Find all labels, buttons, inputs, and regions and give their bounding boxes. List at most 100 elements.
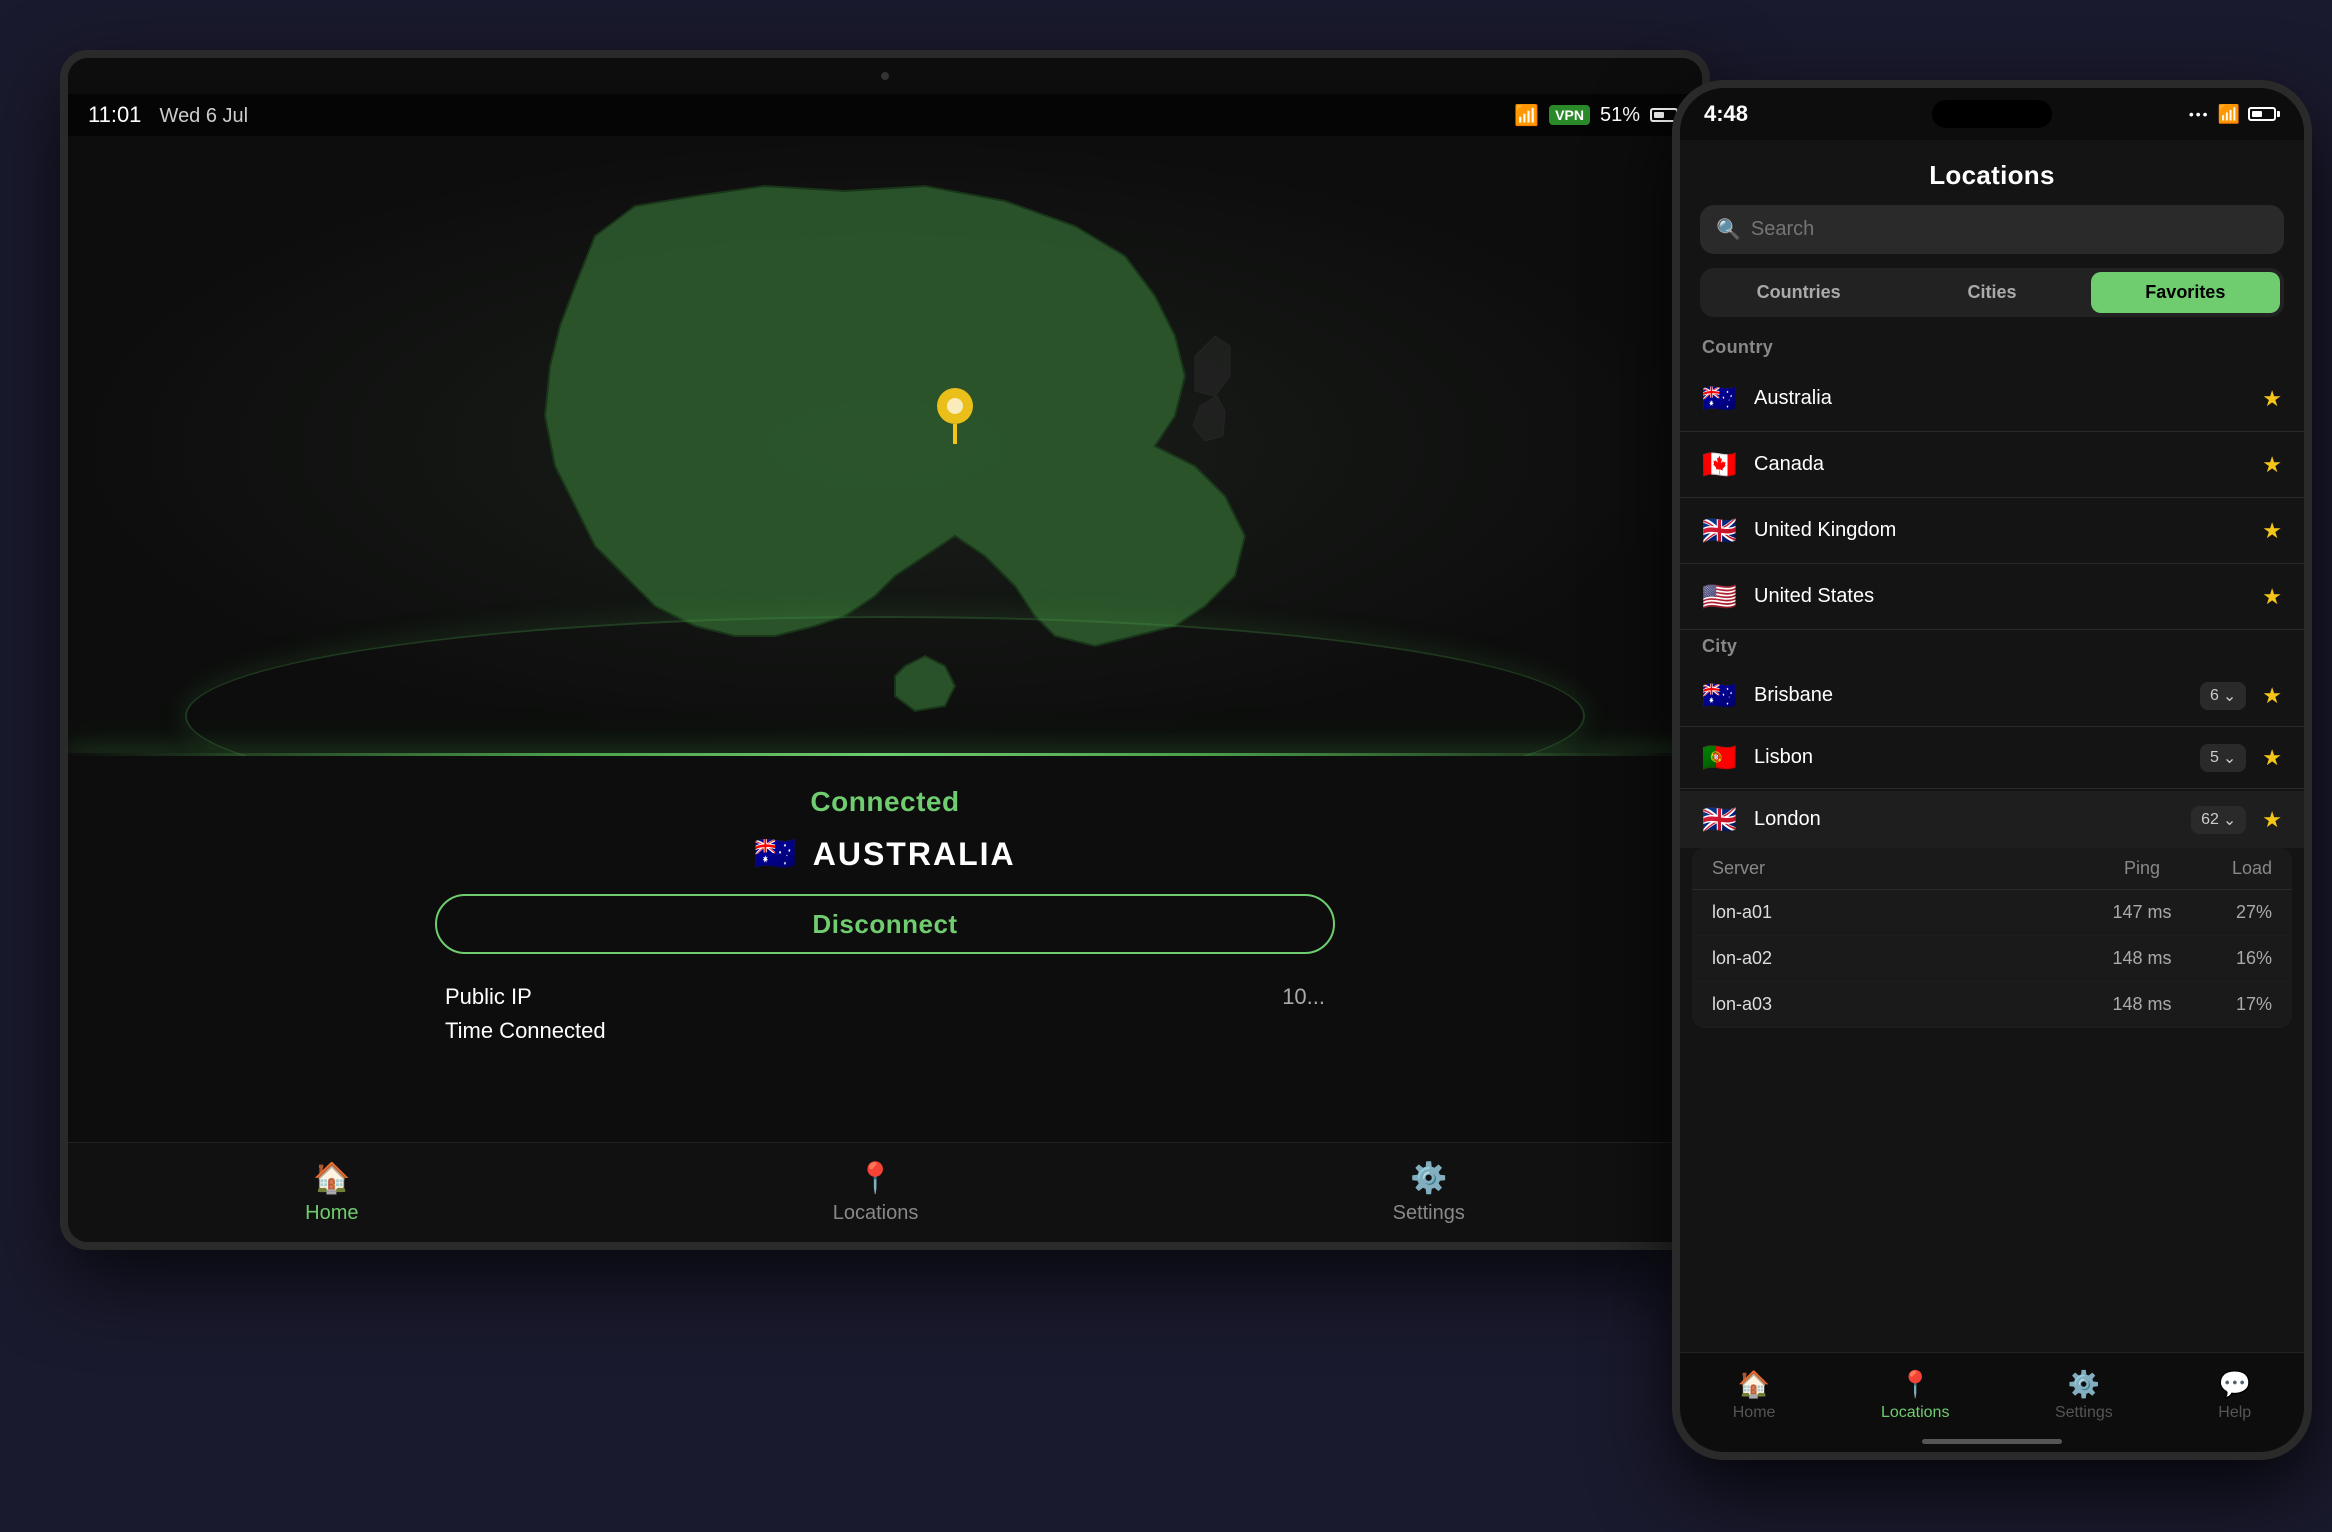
australia-name: Australia [1754,387,2254,410]
server-col-header-load: Load [2192,858,2272,879]
list-item-us[interactable]: 🇺🇸 United States ★ [1680,566,2304,627]
wifi-icon: 📶 [1514,103,1539,128]
location-icon: 📍 [1899,1369,1931,1400]
lisbon-star[interactable]: ★ [2262,745,2282,771]
tab-countries[interactable]: Countries [1704,272,1893,313]
server-name-lon-a01: lon-a01 [1712,902,2092,923]
us-name: United States [1754,585,2254,608]
server-load-lon-a02: 16% [2192,948,2272,969]
phone-notch-area: 4:48 ••• 📶 [1680,88,2304,140]
server-name-lon-a02: lon-a02 [1712,948,2092,969]
server-row-lon-a03[interactable]: lon-a03 148 ms 17% [1692,982,2292,1028]
home-indicator [1922,1439,2062,1444]
signal-dots-icon: ••• [2189,106,2210,122]
brisbane-flag: 🇦🇺 [1702,679,1738,712]
tablet-status-bar: 11:01 Wed 6 Jul 📶 VPN 51% [68,94,1702,136]
server-row-lon-a01[interactable]: lon-a01 147 ms 27% [1692,890,2292,936]
phone-nav-help[interactable]: 💬 Help [2218,1369,2251,1422]
australia-star[interactable]: ★ [2262,386,2282,412]
help-icon: 💬 [2219,1369,2251,1400]
brisbane-star[interactable]: ★ [2262,683,2282,709]
tablet-camera-bar [68,58,1702,94]
battery-percent: 51% [1600,104,1640,127]
phone-search-bar[interactable]: 🔍 [1700,205,2284,254]
phone-header: Locations [1680,140,2304,205]
phone-nav-locations[interactable]: 📍 Locations [1881,1369,1950,1422]
tablet-time-date: 11:01 Wed 6 Jul [88,102,248,128]
server-row-lon-a02[interactable]: lon-a02 148 ms 16% [1692,936,2292,982]
list-item-lisbon[interactable]: 🇵🇹 Lisbon 5 ⌄ ★ [1680,729,2304,786]
tablet-status-right: 📶 VPN 51% [1514,102,1682,128]
tablet-nav-home[interactable]: 🏠 Home [305,1161,358,1225]
public-ip-label: Public IP [445,984,532,1010]
list-item-london[interactable]: 🇬🇧 London 62 ⌄ ★ [1680,791,2304,848]
canada-name: Canada [1754,453,2254,476]
battery-icon [2248,107,2280,121]
phone-nav-settings-label: Settings [2055,1404,2113,1422]
tablet-camera [881,72,889,80]
list-item-uk[interactable]: 🇬🇧 United Kingdom ★ [1680,500,2304,561]
lisbon-name: Lisbon [1754,746,2200,769]
us-flag: 🇺🇸 [1702,580,1738,613]
disconnect-button[interactable]: Disconnect [435,894,1335,954]
server-col-header-ping: Ping [2092,858,2192,879]
country-flag: 🇦🇺 [754,834,798,874]
phone-screen: 4:48 ••• 📶 Locations 🔍 [1680,88,2304,1452]
phone-nav-home-label: Home [1733,1404,1776,1422]
server-table: Server Ping Load lon-a01 147 ms 27% lon-… [1692,848,2292,1028]
chevron-down-icon: ⌄ [2223,748,2236,768]
vpn-badge: VPN [1549,105,1590,125]
country-label: 🇦🇺 AUSTRALIA [754,834,1015,874]
canada-star[interactable]: ★ [2262,452,2282,478]
phone-tabs: Countries Cities Favorites [1700,268,2284,317]
map-area [68,136,1702,756]
search-input[interactable] [1751,218,2268,241]
uk-name: United Kingdom [1754,519,2254,542]
tablet-nav-bar: 🏠 Home 📍 Locations ⚙️ Settings [68,1142,1702,1242]
tablet-time: 11:01 [88,102,141,127]
location-icon: 📍 [857,1161,894,1196]
tablet-nav-locations[interactable]: 📍 Locations [833,1161,919,1225]
list-item-australia[interactable]: 🇦🇺 Australia ★ [1680,368,2304,429]
phone-nav-settings[interactable]: ⚙️ Settings [2055,1369,2113,1422]
tab-favorites[interactable]: Favorites [2091,272,2280,313]
home-icon: 🏠 [313,1161,350,1196]
phone-nav-home[interactable]: 🏠 Home [1733,1369,1776,1422]
tablet-date: Wed 6 Jul [160,105,249,127]
tablet-nav-locations-label: Locations [833,1202,919,1225]
phone-status-icons: ••• 📶 [2189,104,2280,125]
connection-status: Connected [810,786,959,818]
list-item-brisbane[interactable]: 🇦🇺 Brisbane 6 ⌄ ★ [1680,667,2304,724]
uk-star[interactable]: ★ [2262,518,2282,544]
settings-icon: ⚙️ [1410,1161,1447,1196]
phone-content-area: Locations 🔍 Countries Cities Favorites [1680,140,2304,1352]
phone-time: 4:48 [1704,101,1748,127]
brisbane-name: Brisbane [1754,684,2200,707]
chevron-down-icon: ⌄ [2223,686,2236,706]
tablet-nav-settings[interactable]: ⚙️ Settings [1393,1161,1465,1225]
canada-flag: 🇨🇦 [1702,448,1738,481]
map-glow-arc [185,616,1585,756]
search-icon: 🔍 [1716,217,1741,242]
london-count: 62 ⌄ [2191,806,2246,834]
australia-flag: 🇦🇺 [1702,382,1738,415]
country-section-label: Country [1680,333,2304,368]
lisbon-count: 5 ⌄ [2200,744,2246,772]
london-star[interactable]: ★ [2262,807,2282,833]
country-name: AUSTRALIA [813,836,1016,873]
server-load-lon-a01: 27% [2192,902,2272,923]
tablet-device: 11:01 Wed 6 Jul 📶 VPN 51% [60,50,1710,1250]
wifi-icon: 📶 [2218,104,2240,125]
server-table-header: Server Ping Load [1692,848,2292,890]
server-load-lon-a03: 17% [2192,994,2272,1015]
phone-title: Locations [1929,160,2055,190]
list-item-canada[interactable]: 🇨🇦 Canada ★ [1680,434,2304,495]
public-ip-row: Public IP 10... [435,984,1335,1010]
tab-cities[interactable]: Cities [1897,272,2086,313]
server-ping-lon-a03: 148 ms [2092,994,2192,1015]
us-star[interactable]: ★ [2262,584,2282,610]
time-connected-row: Time Connected [435,1018,1335,1044]
public-ip-value: 10... [1282,984,1325,1010]
server-col-header-name: Server [1712,858,2092,879]
phone-nav-bar: 🏠 Home 📍 Locations ⚙️ Settings 💬 Help [1680,1352,2304,1452]
